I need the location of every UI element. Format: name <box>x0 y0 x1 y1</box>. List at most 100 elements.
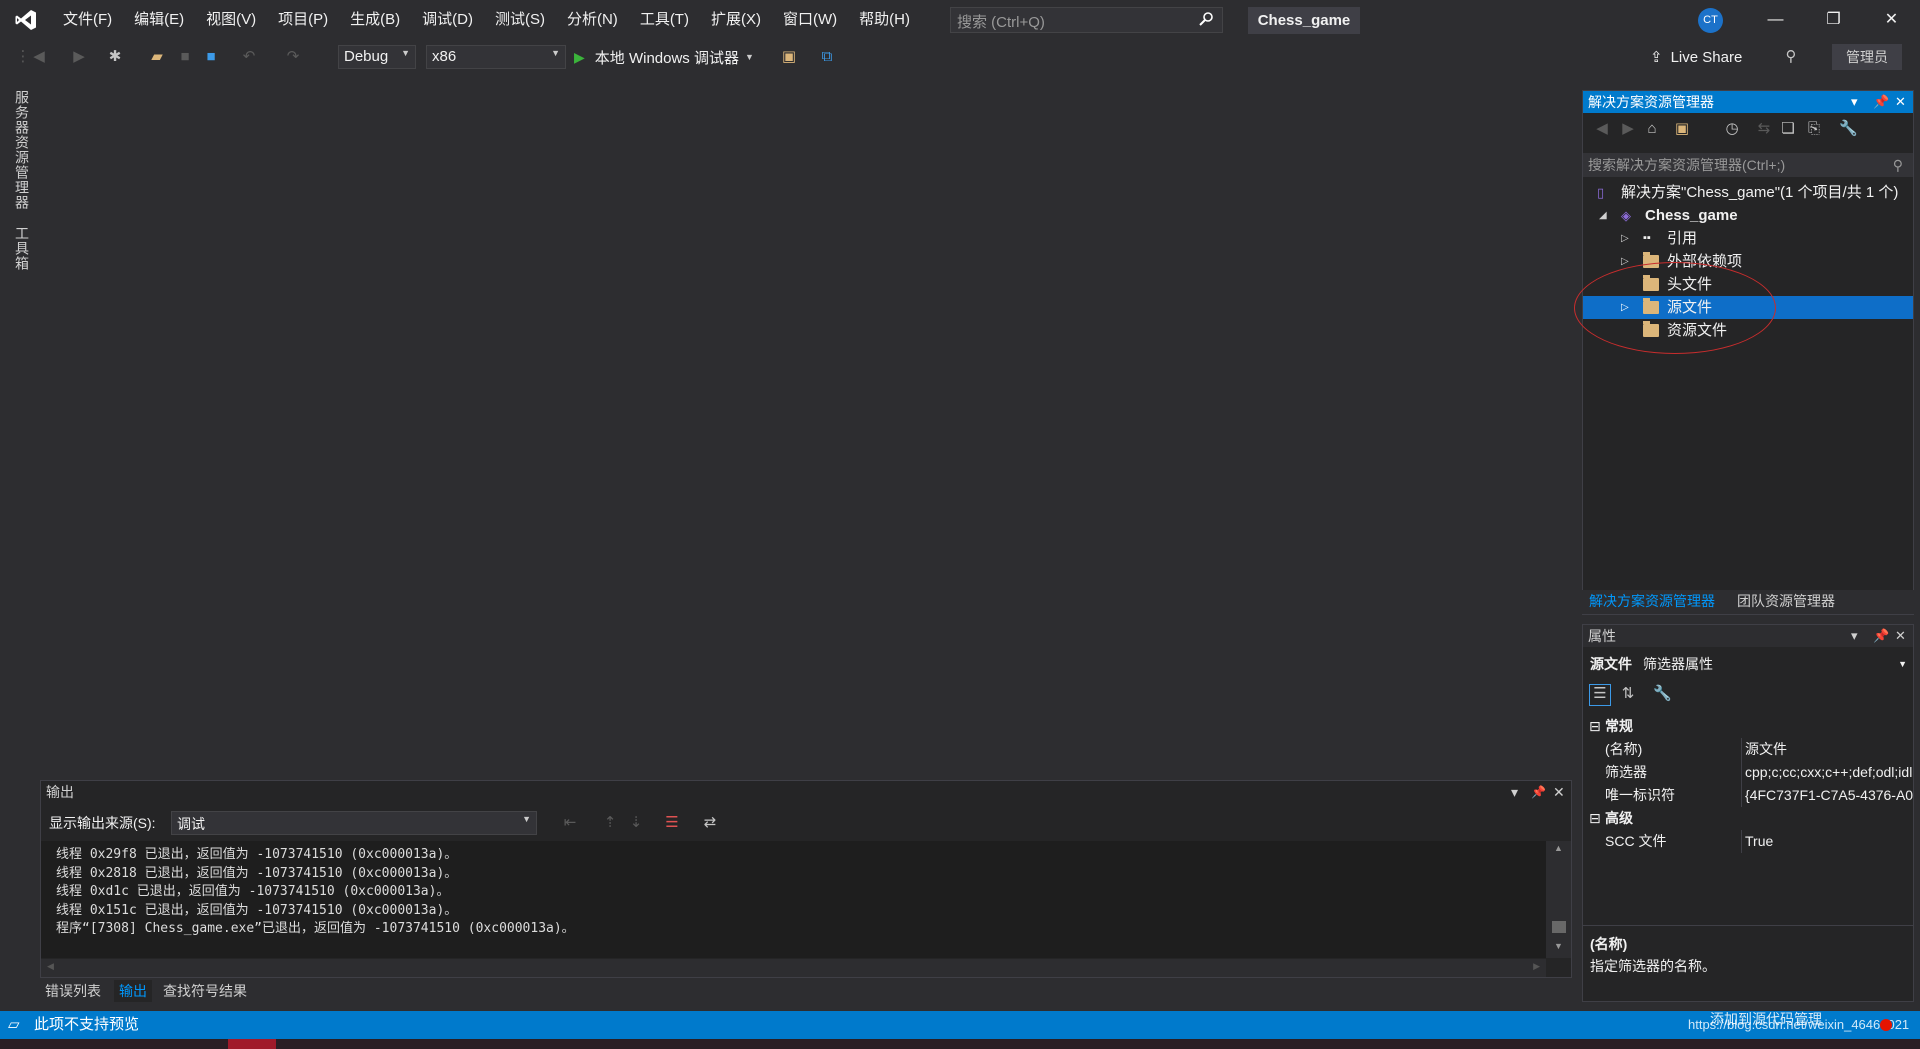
expanded-arrow-icon[interactable]: ◢ <box>1599 204 1607 227</box>
menu-edit[interactable]: 编辑(E) <box>123 0 195 40</box>
browser-link-icon[interactable]: ▣ <box>780 48 798 66</box>
output-line: 线程 0x2818 已退出，返回值为 -1073741510 (0xc00001… <box>56 865 458 881</box>
redo-icon[interactable]: ↷ <box>284 48 302 66</box>
search-input[interactable]: 搜索 (Ctrl+Q) <box>950 7 1223 33</box>
tab-error-list[interactable]: 错误列表 <box>40 980 106 1002</box>
category-general[interactable]: ⊟ 常规 <box>1583 715 1913 738</box>
chevron-down-icon: ▼ <box>401 48 410 58</box>
property-value[interactable]: {4FC737F1-C7A5-4376-A066-2A32D752A2FF} <box>1745 784 1913 807</box>
clear-all-icon[interactable]: ☰ <box>663 814 681 832</box>
properties-object-selector[interactable]: 源文件 筛选器属性 ▼ <box>1583 653 1913 676</box>
pin-icon[interactable]: 📌 <box>1531 781 1546 803</box>
solution-platform-select[interactable]: x86 ▼ <box>426 45 566 69</box>
tab-team-explorer[interactable]: 团队资源管理器 <box>1732 590 1840 612</box>
undo-icon[interactable]: ↶ <box>240 48 258 66</box>
home-icon[interactable]: ⌂ <box>1643 120 1661 138</box>
go-to-previous-icon[interactable]: ⇤ <box>561 814 579 832</box>
tree-item-references[interactable]: ▷ ▪▪ 引用 <box>1583 227 1913 250</box>
notification-badge[interactable] <box>1880 1019 1892 1031</box>
back-icon[interactable]: ◀ <box>1593 120 1611 138</box>
panel-dropdown-icon[interactable]: ▾ <box>1511 781 1518 803</box>
user-avatar[interactable]: CT <box>1698 8 1723 33</box>
panel-dropdown-icon[interactable]: ▾ <box>1851 625 1858 647</box>
open-file-icon[interactable]: ▰ <box>148 48 166 66</box>
property-pages-icon[interactable]: 🔧 <box>1653 685 1672 703</box>
collapse-icon[interactable]: ⊟ <box>1589 807 1601 830</box>
menu-tools[interactable]: 工具(T) <box>629 0 700 40</box>
properties-wrench-icon[interactable]: 🔧 <box>1839 120 1858 138</box>
tree-item-project[interactable]: ◢ ◈ Chess_game <box>1583 204 1913 227</box>
tab-solution-explorer[interactable]: 解决方案资源管理器 <box>1584 590 1720 612</box>
restore-button[interactable]: ❐ <box>1806 0 1861 40</box>
properties-panel: 属性 ▾ 📌 ✕ 源文件 筛选器属性 ▼ ☰ ⇅ 🔧 ⊟ 常规 (名称) 源文件… <box>1582 624 1914 1002</box>
live-share-button[interactable]: ⇪ Live Share <box>1650 46 1742 68</box>
server-explorer-tab[interactable]: 服务器资源管理器 <box>12 90 32 210</box>
solution-config-select[interactable]: Debug ▼ <box>338 45 416 69</box>
property-value[interactable]: 源文件 <box>1745 738 1913 761</box>
scrollbar-thumb[interactable] <box>1552 921 1566 933</box>
scroll-up-icon[interactable]: ▲ <box>1554 843 1563 853</box>
forward-icon[interactable]: ▶ <box>1619 120 1637 138</box>
start-debugging-button[interactable]: ▶ 本地 Windows 调试器 ▼ <box>574 46 754 68</box>
close-icon[interactable]: ✕ <box>1895 625 1906 647</box>
property-row[interactable]: SCC 文件 True <box>1583 830 1913 853</box>
horizontal-scrollbar[interactable]: ◀ ▶ <box>41 959 1546 977</box>
property-row[interactable]: (名称) 源文件 <box>1583 738 1913 761</box>
sync-icon[interactable]: ⇆ <box>1755 120 1773 138</box>
vertical-scrollbar[interactable]: ▲ ▼ <box>1546 841 1571 958</box>
navigate-back-icon[interactable]: ◀ <box>30 48 48 66</box>
close-icon[interactable]: ✕ <box>1895 91 1906 113</box>
menu-debug[interactable]: 调试(D) <box>411 0 484 40</box>
categorized-icon[interactable]: ☰ <box>1589 684 1611 706</box>
feedback-icon[interactable]: ⚲ <box>1782 48 1800 66</box>
find-next-icon[interactable]: ⇣ <box>627 814 645 832</box>
find-previous-icon[interactable]: ⇡ <box>601 814 619 832</box>
menu-build[interactable]: 生成(B) <box>339 0 411 40</box>
solution-search-input[interactable]: 搜索解决方案资源管理器(Ctrl+;) ⚲ <box>1583 153 1913 177</box>
scroll-down-icon[interactable]: ▼ <box>1554 941 1563 951</box>
source-control-label[interactable]: 添加到源代码管理 <box>1710 1005 1822 1033</box>
category-advanced[interactable]: ⊟ 高级 <box>1583 807 1913 830</box>
tree-item-solution[interactable]: ▯ 解决方案"Chess_game"(1 个项目/共 1 个) <box>1583 181 1913 204</box>
new-project-icon[interactable]: ✱ <box>106 48 124 66</box>
switch-views-icon[interactable]: ▣ <box>1673 120 1691 138</box>
close-button[interactable]: ✕ <box>1864 0 1919 40</box>
menu-help[interactable]: 帮助(H) <box>848 0 921 40</box>
menu-extensions[interactable]: 扩展(X) <box>700 0 772 40</box>
menu-window[interactable]: 窗口(W) <box>772 0 848 40</box>
menu-file[interactable]: 文件(F) <box>52 0 123 40</box>
property-value[interactable]: True <box>1745 830 1913 853</box>
taskbar-item[interactable] <box>228 1039 276 1049</box>
property-row[interactable]: 唯一标识符 {4FC737F1-C7A5-4376-A066-2A32D752A… <box>1583 784 1913 807</box>
property-name: SCC 文件 <box>1605 833 1667 849</box>
pin-icon[interactable]: 📌 <box>1873 91 1889 113</box>
tab-output[interactable]: 输出 <box>114 980 152 1002</box>
menu-test[interactable]: 测试(S) <box>484 0 556 40</box>
property-value[interactable]: cpp;c;cc;cxx;c++;def;odl;idl;hpj;bat;asm… <box>1745 761 1913 784</box>
pending-changes-icon[interactable]: ◷ <box>1723 120 1741 138</box>
scroll-left-icon[interactable]: ◀ <box>47 961 54 972</box>
output-source-select[interactable]: 调试 ▼ <box>171 811 537 835</box>
panel-dropdown-icon[interactable]: ▾ <box>1851 91 1858 113</box>
save-all-icon[interactable]: ■ <box>202 48 220 66</box>
menu-analyze[interactable]: 分析(N) <box>556 0 629 40</box>
collapsed-arrow-icon[interactable]: ▷ <box>1621 227 1629 250</box>
menu-view[interactable]: 视图(V) <box>195 0 267 40</box>
close-icon[interactable]: ✕ <box>1553 781 1565 803</box>
output-text-area[interactable]: 线程 0x29f8 已退出，返回值为 -1073741510 (0xc00001… <box>41 841 1546 958</box>
tab-find-symbol-results[interactable]: 查找符号结果 <box>158 980 252 1002</box>
screenshot-icon[interactable]: ⧉ <box>818 48 836 66</box>
pin-icon[interactable]: 📌 <box>1873 625 1889 647</box>
property-row[interactable]: 筛选器 cpp;c;cc;cxx;c++;def;odl;idl;hpj;bat… <box>1583 761 1913 784</box>
word-wrap-icon[interactable]: ⇄ <box>701 814 719 832</box>
toolbox-tab[interactable]: 工具箱 <box>12 226 32 271</box>
show-all-files-icon[interactable]: ⎘ <box>1805 120 1823 138</box>
navigate-forward-icon[interactable]: ▶ <box>70 48 88 66</box>
collapse-icon[interactable]: ⊟ <box>1589 715 1601 738</box>
scroll-right-icon[interactable]: ▶ <box>1533 961 1540 972</box>
save-icon[interactable]: ■ <box>176 48 194 66</box>
minimize-button[interactable]: — <box>1748 0 1803 40</box>
alphabetical-icon[interactable]: ⇅ <box>1619 685 1637 703</box>
collapse-all-icon[interactable]: ❏ <box>1779 120 1797 138</box>
menu-project[interactable]: 项目(P) <box>267 0 339 40</box>
